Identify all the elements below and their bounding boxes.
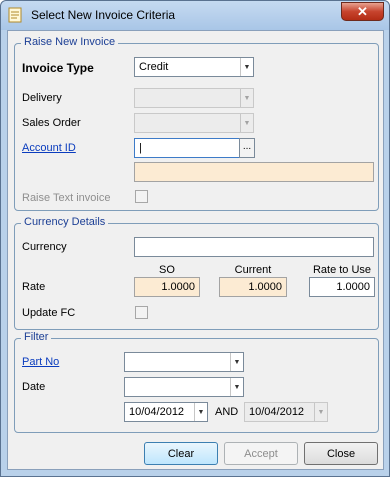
rate-to-use-header: Rate to Use xyxy=(312,264,372,276)
calendar-dropdown-icon[interactable]: ▼ xyxy=(314,403,327,421)
invoice-type-label: Invoice Type xyxy=(22,61,94,75)
chevron-down-icon: ▼ xyxy=(240,114,253,132)
update-fc-label: Update FC xyxy=(22,307,76,319)
account-id-input[interactable]: | xyxy=(134,138,240,158)
date-from-value: 10/04/2012 xyxy=(129,406,185,418)
currency-details-legend: Currency Details xyxy=(21,216,109,228)
raise-new-invoice-group: Raise New Invoice Invoice Type Credit ▼ … xyxy=(14,36,379,211)
rate-to-use-value: 1.0000 xyxy=(336,281,370,293)
dialog-body: Raise New Invoice Invoice Type Credit ▼ … xyxy=(7,30,384,470)
date-select[interactable]: ▼ xyxy=(124,377,244,397)
sales-order-select: ▼ xyxy=(134,113,254,133)
account-lookup-button[interactable]: ... xyxy=(239,138,255,158)
close-icon: ✕ xyxy=(357,3,368,19)
current-rate-field: 1.0000 xyxy=(219,277,287,297)
delivery-select: ▼ xyxy=(134,88,254,108)
date-to-value: 10/04/2012 xyxy=(249,406,305,418)
part-no-link[interactable]: Part No xyxy=(22,356,59,368)
chevron-down-icon: ▼ xyxy=(240,89,253,107)
date-label: Date xyxy=(22,381,46,393)
clear-button[interactable]: Clear xyxy=(144,442,218,465)
filter-group: Filter Part No ▼ Date ▼ 10/04/2012 ▼ AND… xyxy=(14,331,379,433)
delivery-label: Delivery xyxy=(22,92,62,104)
calendar-dropdown-icon[interactable]: ▼ xyxy=(194,403,207,421)
rate-label: Rate xyxy=(22,281,46,293)
so-rate-field: 1.0000 xyxy=(134,277,200,297)
dialog-window: Select New Invoice Criteria ✕ Raise New … xyxy=(0,0,390,477)
app-icon xyxy=(8,7,22,23)
raise-text-invoice-label: Raise Text invoice xyxy=(22,192,111,204)
currency-label: Currency xyxy=(22,241,67,253)
window-title: Select New Invoice Criteria xyxy=(31,8,176,22)
so-rate-value: 1.0000 xyxy=(161,281,195,293)
account-name-display xyxy=(134,162,374,182)
invoice-type-value: Credit xyxy=(139,61,169,73)
account-id-value: | xyxy=(139,142,142,154)
update-fc-checkbox[interactable] xyxy=(135,306,148,319)
sales-order-label: Sales Order xyxy=(22,117,81,129)
rate-to-use-input[interactable]: 1.0000 xyxy=(309,277,375,297)
date-from-picker[interactable]: 10/04/2012 ▼ xyxy=(124,402,208,422)
and-label: AND xyxy=(215,406,239,418)
so-header: SO xyxy=(159,264,175,276)
currency-input[interactable] xyxy=(134,237,374,257)
filter-legend: Filter xyxy=(21,331,52,343)
date-to-picker[interactable]: 10/04/2012 ▼ xyxy=(244,402,328,422)
current-header: Current xyxy=(234,264,272,276)
title-bar[interactable]: Select New Invoice Criteria ✕ xyxy=(1,1,389,30)
close-button[interactable]: Close xyxy=(304,442,378,465)
chevron-down-icon[interactable]: ▼ xyxy=(240,58,253,76)
window-close-button[interactable]: ✕ xyxy=(341,2,384,21)
raise-new-invoice-legend: Raise New Invoice xyxy=(21,36,119,48)
chevron-down-icon[interactable]: ▼ xyxy=(230,378,243,396)
accept-button[interactable]: Accept xyxy=(224,442,298,465)
raise-text-invoice-checkbox[interactable] xyxy=(135,190,148,203)
currency-details-group: Currency Details Currency SO Current Rat… xyxy=(14,216,379,330)
invoice-type-select[interactable]: Credit ▼ xyxy=(134,57,254,77)
part-no-select[interactable]: ▼ xyxy=(124,352,244,372)
account-id-link[interactable]: Account ID xyxy=(22,142,76,154)
current-rate-value: 1.0000 xyxy=(248,281,282,293)
chevron-down-icon[interactable]: ▼ xyxy=(230,353,243,371)
